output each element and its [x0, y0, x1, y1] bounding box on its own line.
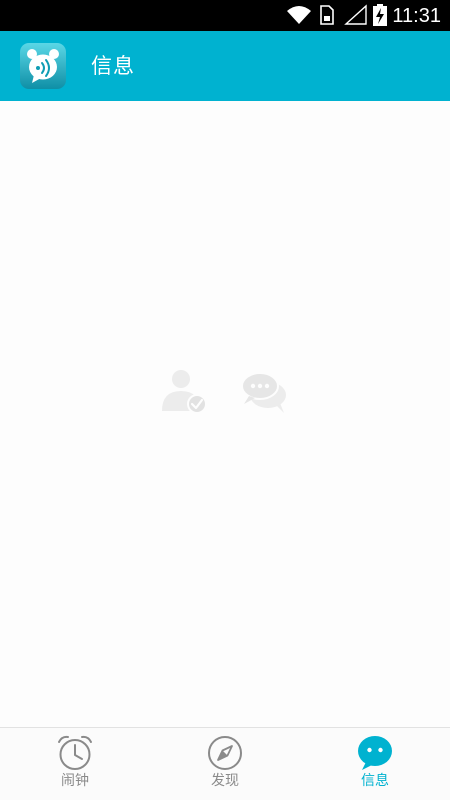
- nav-item-alarm[interactable]: 闹钟: [0, 728, 150, 800]
- page-title: 信息: [91, 54, 135, 78]
- status-bar: 11:31: [0, 0, 450, 31]
- contacts-check-icon: [162, 370, 207, 414]
- nav-label-discover: 发现: [211, 773, 239, 789]
- nav-label-alarm: 闹钟: [61, 773, 89, 789]
- app-bar: 信息: [0, 31, 450, 101]
- status-time: 11:31: [392, 5, 441, 27]
- compass-icon: [208, 736, 242, 770]
- bottom-nav: 闹钟 发现 信息: [0, 727, 450, 800]
- message-bubble-icon: [358, 736, 392, 770]
- sim-card-icon: [320, 5, 334, 25]
- chat-bubbles-icon: [241, 372, 286, 413]
- empty-state: [0, 101, 450, 727]
- messages-screen: 11:31 信息 闹钟 发现 信息: [0, 0, 450, 800]
- nav-item-discover[interactable]: 发现: [150, 728, 300, 800]
- battery-charging-icon: [373, 4, 387, 26]
- nav-label-messages: 信息: [361, 773, 389, 789]
- wifi-icon: [287, 6, 311, 24]
- alarm-clock-icon: [58, 735, 92, 770]
- signal-icon: [344, 4, 367, 25]
- nav-item-messages[interactable]: 信息: [300, 728, 450, 800]
- alarm-chat-logo-icon[interactable]: [20, 43, 66, 89]
